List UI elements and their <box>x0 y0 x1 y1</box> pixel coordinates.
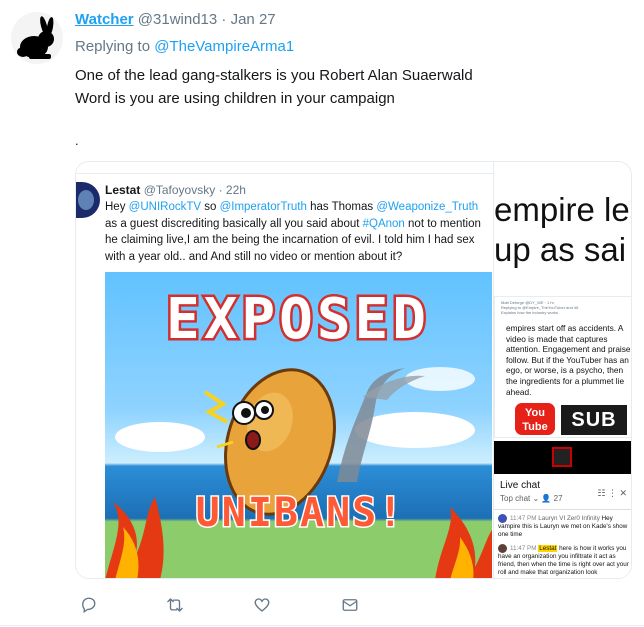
chat-message: 11:47 PM Lauryn VI Zer0 Infinity Hey vam… <box>498 514 631 539</box>
tweet: Watcher @31wind13 · Jan 27 Replying to @… <box>0 0 644 627</box>
video-strip <box>494 441 631 474</box>
mini-tweet-screenshot: Matt Deforge @DY_WE · 1 hr Replying to @… <box>494 296 631 438</box>
embedded-separator: · <box>218 183 223 197</box>
tweet-media-image[interactable]: Lestat @Tafoyovsky · 22h Hey @UNIRockTV … <box>75 161 632 579</box>
mini-header-line: Explains how the industry works <box>501 310 558 315</box>
settings-icon: ☷ <box>597 488 606 498</box>
video-caption-text: empire les up as sai <box>494 190 632 270</box>
live-chat-controls: ☷ ⋮ ✕ <box>597 488 627 499</box>
tweet-divider <box>0 625 644 626</box>
reply-button[interactable] <box>77 594 99 616</box>
chevron-down-icon: ⌄ <box>532 494 540 503</box>
embedded-display-name: Lestat <box>105 183 141 197</box>
embedded-time: 22h <box>225 183 246 197</box>
reply-prefix: Replying to <box>75 38 151 55</box>
chat-message: 11:47 PM Lestat here is how it works you… <box>498 544 631 576</box>
close-icon: ✕ <box>619 488 627 498</box>
live-chat-panel: Live chat Top chat ⌄ 👤 27 ☷ ⋮ ✕ 11:47 PM… <box>494 474 631 578</box>
embedded-mention: @Weaponize_Truth <box>376 201 479 213</box>
reply-context: Replying to @TheVampireArma1 <box>75 37 294 57</box>
chat-time: 11:47 PM <box>510 515 537 523</box>
separator-dot: · <box>221 11 227 28</box>
mini-tweet-text: empires start off as accidents. A video … <box>506 323 631 397</box>
like-icon <box>254 598 270 612</box>
embedded-text-part: has Thomas <box>306 201 377 213</box>
tweet-header: Watcher @31wind13 · Jan 27 <box>75 10 276 30</box>
caption-line: empire les <box>494 191 632 228</box>
reply-mention-link[interactable]: @TheVampireArma1 <box>154 38 294 55</box>
live-chat-filter-label: Top chat <box>500 494 531 503</box>
embedded-avatar <box>76 182 100 218</box>
unibans-title-text: UNIBANS! <box>196 490 405 534</box>
live-chat-filter: Top chat ⌄ 👤 27 <box>500 494 563 503</box>
embedded-handle: @Tafoyovsky <box>143 183 216 197</box>
tweet-text-line: One of the lead gang-stalkers is you Rob… <box>75 67 473 84</box>
tweet-actions <box>75 594 375 616</box>
exposed-thumbnail: EXPOSED UNIBANS! <box>105 272 492 578</box>
live-chat-title: Live chat <box>500 480 541 491</box>
more-icon: ⋮ <box>607 488 617 498</box>
viewers-icon: 👤 <box>541 494 552 503</box>
embedded-action-strip <box>76 162 494 174</box>
divider <box>494 509 631 510</box>
embedded-tweet-header: Lestat @Tafoyovsky · 22h <box>105 183 246 197</box>
chat-author: Lauryn VI Zer0 Infinity <box>538 515 600 523</box>
embedded-tweet-text: Hey @UNIRockTV so @ImperatorTruth has Th… <box>105 199 490 265</box>
tweet-date[interactable]: Jan 27 <box>231 11 276 28</box>
chat-author-highlight: Lestat <box>538 545 558 553</box>
tweet-text: One of the lead gang-stalkers is you Rob… <box>75 64 615 110</box>
chat-avatar <box>498 544 507 553</box>
embedded-text-part: as a guest discrediting basically all yo… <box>105 217 363 230</box>
embedded-mention: @ImperatorTruth <box>219 201 307 213</box>
embedded-video-screenshot: empire les up as sai Matt Deforge @DY_WE… <box>494 162 632 578</box>
user-handle[interactable]: @31wind13 <box>138 11 217 28</box>
message-button[interactable] <box>339 594 361 616</box>
retweet-button[interactable] <box>164 594 186 616</box>
like-button[interactable] <box>251 594 273 616</box>
unibans-banner: UNIBANS! <box>160 486 440 538</box>
reply-icon <box>82 597 96 614</box>
subscribe-graphic: SUB <box>561 405 627 435</box>
rabbit-icon <box>11 12 63 64</box>
mini-tweet-header: Matt Deforge @DY_WE · 1 hr Replying to @… <box>501 300 631 315</box>
youtube-logo: You Tube <box>515 403 555 435</box>
avatar[interactable] <box>11 12 63 64</box>
display-name[interactable]: Watcher <box>75 11 134 28</box>
embedded-text-part: Hey <box>105 201 129 213</box>
chat-avatar <box>498 514 507 523</box>
embedded-hashtag: #QAnon <box>362 217 405 230</box>
embedded-tweet-screenshot: Lestat @Tafoyovsky · 22h Hey @UNIRockTV … <box>76 162 494 578</box>
embedded-mention: @UNIRockTV <box>128 201 202 213</box>
embedded-text-part: so <box>201 201 220 213</box>
retweet-icon <box>167 598 183 612</box>
caption-line: up as sai <box>494 231 627 268</box>
chat-time: 11:47 PM <box>510 545 537 553</box>
stray-mark: . <box>75 133 79 148</box>
envelope-icon <box>342 599 358 611</box>
channel-logo <box>552 447 572 467</box>
tweet-text-line: Word is you are using children in your c… <box>75 90 395 107</box>
viewer-count: 27 <box>553 494 563 503</box>
